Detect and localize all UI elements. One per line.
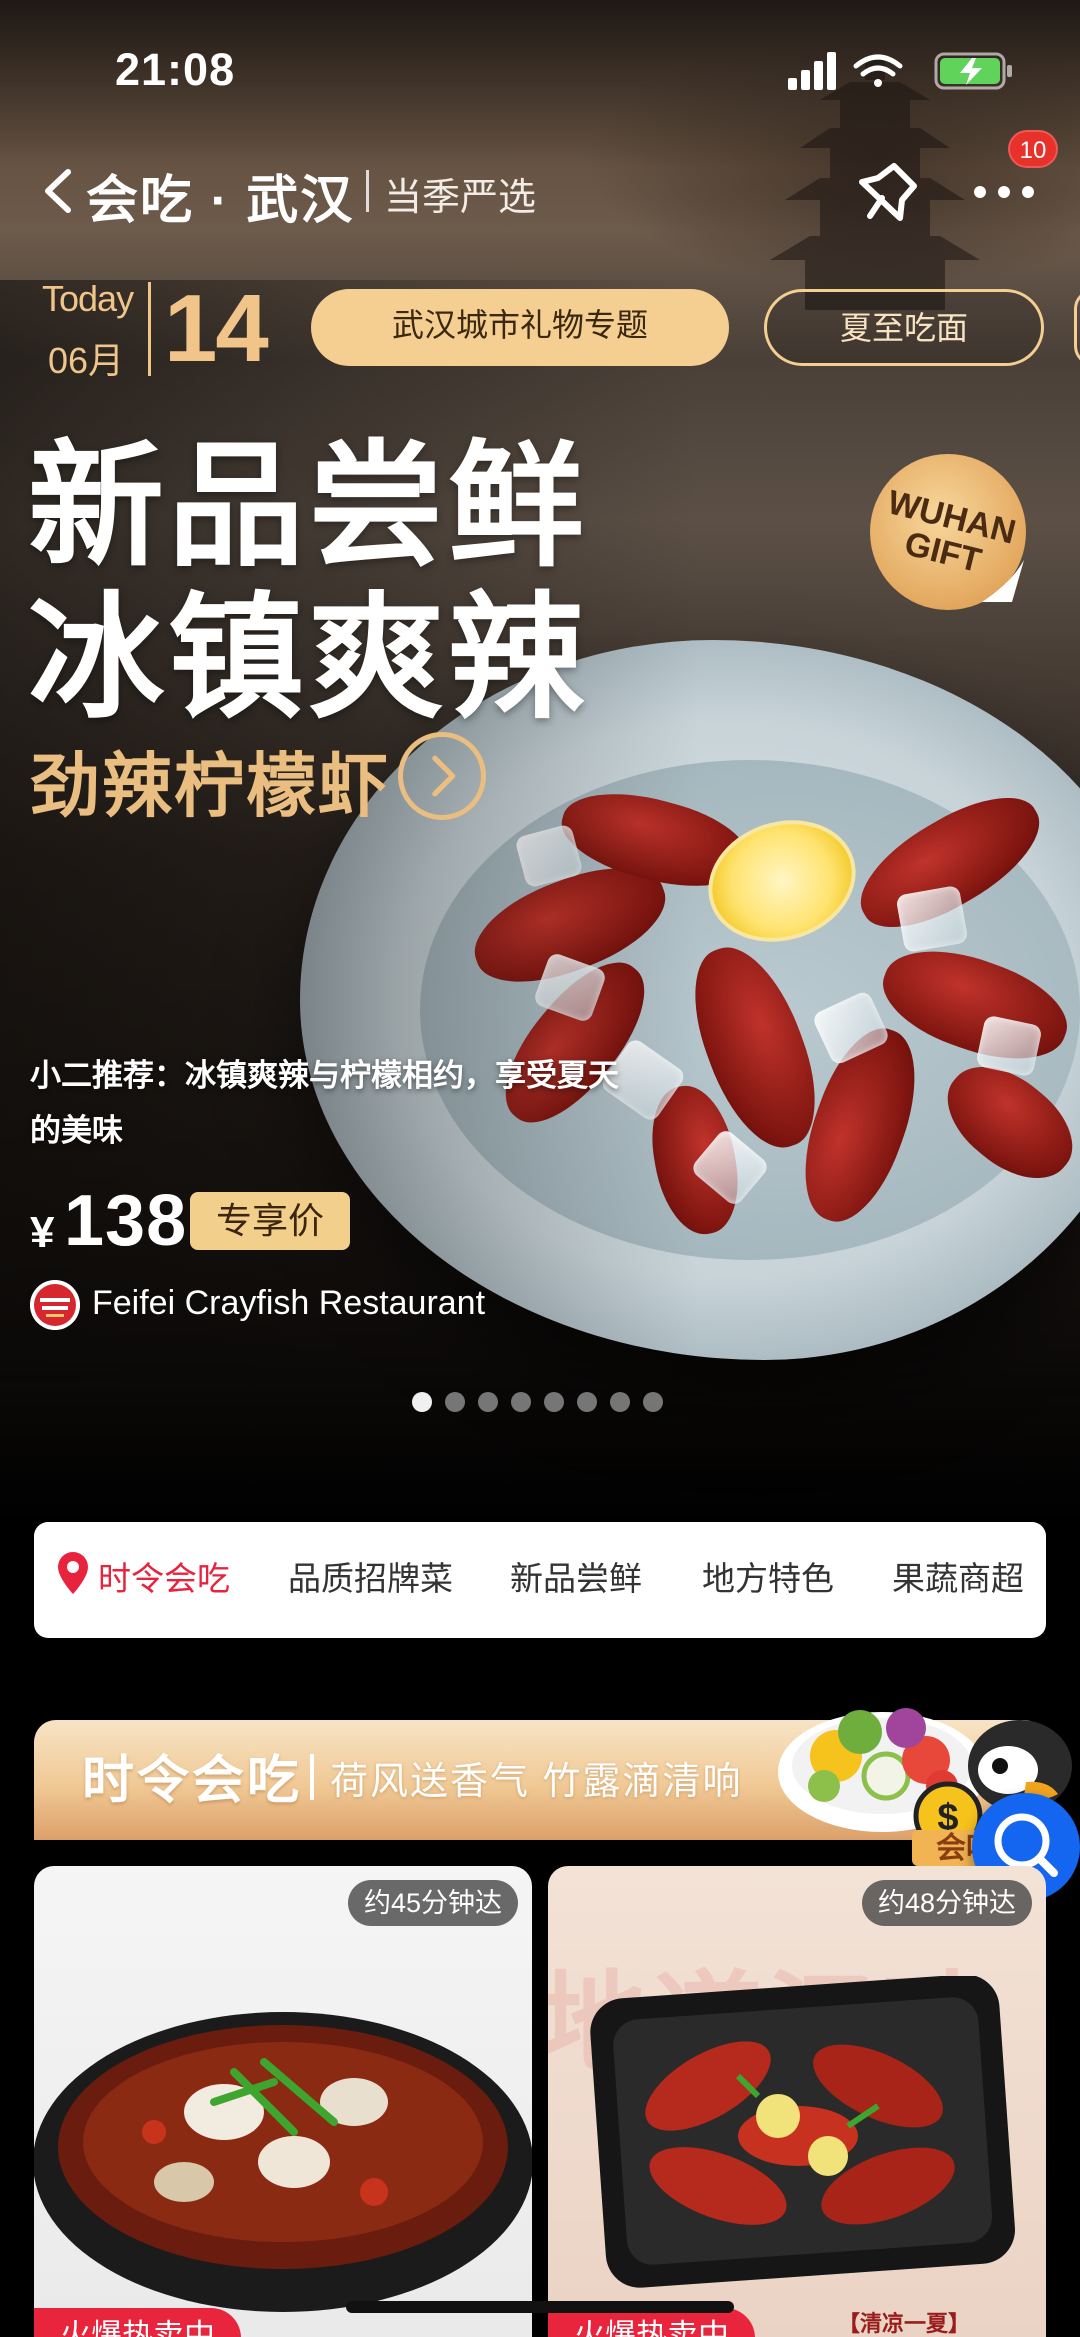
date-today-label: Today [42, 278, 134, 319]
delivery-eta: 约45分钟达 [347, 1880, 518, 1926]
pin-icon[interactable] [848, 160, 922, 226]
signal-icon [788, 52, 836, 90]
hero-headline: 新品尝鲜 冰镇爽辣 [28, 430, 588, 734]
chevron-left-icon[interactable] [38, 166, 78, 216]
section-title: 时令会吃 [82, 1752, 303, 1810]
more-icon[interactable] [966, 160, 1046, 224]
tab-local[interactable]: 地方特色 [702, 1552, 834, 1600]
hot-sale-tag: 火爆热卖中 [34, 2308, 241, 2337]
category-tabs: 时令会吃 品质招牌菜 新品尝鲜 地方特色 果蔬商超 [34, 1522, 1046, 1638]
wifi-icon [853, 54, 903, 87]
price-value: 138 [64, 1181, 188, 1261]
status-bar: 21:08 [0, 0, 1080, 140]
currency-symbol: ¥ [30, 1208, 55, 1257]
status-icons [788, 52, 1012, 90]
topic-chip-next[interactable] [1074, 289, 1080, 366]
exclusive-price-tag: 专享价 [190, 1192, 350, 1250]
tab-grocery[interactable]: 果蔬商超 [892, 1552, 1024, 1600]
section-subtitle: 荷风送香气 竹露滴清响 [330, 1761, 743, 1803]
product-card[interactable]: 约45分钟达 火爆热卖中 [34, 1866, 532, 2337]
topic-chip-noodles[interactable]: 夏至吃面 [764, 289, 1044, 366]
date-month: 06月 [48, 340, 125, 381]
hero-subheadline[interactable]: 劲辣柠檬虾 [30, 730, 390, 831]
page-subtitle: 当季严选 [384, 177, 537, 219]
carousel-dot[interactable] [544, 1392, 564, 1412]
title-divider [366, 170, 369, 212]
tab-seasonal[interactable]: 时令会吃 [98, 1552, 230, 1600]
top-nav: 会吃 · 武汉 当季严选 [0, 140, 1080, 240]
topic-chip-gift[interactable]: 武汉城市礼物专题 [311, 289, 729, 366]
screen: { "status_bar": {"time": "21:08"}, "nav"… [0, 0, 1080, 2337]
crayfish-tray-image [590, 1976, 1015, 2288]
carousel-dot[interactable] [478, 1392, 498, 1412]
section-divider [310, 1754, 314, 1800]
carousel-dot[interactable] [577, 1392, 597, 1412]
date-divider [148, 282, 151, 376]
restaurant-logo [30, 1280, 80, 1330]
restaurant-name: Feifei Crayfish Restaurant [92, 1284, 486, 1322]
battery-icon [934, 52, 1012, 90]
notification-badge: 10 [1008, 130, 1058, 168]
date-display: Today 06月 14 [42, 275, 282, 388]
tab-new[interactable]: 新品尝鲜 [510, 1552, 642, 1600]
wuhan-gift-badge: WUHAN GIFT [870, 454, 1026, 610]
product-card[interactable]: 地道汉味 约48分钟达 【清凉一夏】 火爆热卖中 [548, 1866, 1046, 2337]
headline-line-1: 新品尝鲜 [28, 430, 588, 582]
tab-signature[interactable]: 品质招牌菜 [288, 1552, 453, 1600]
chevron-right-icon[interactable] [398, 732, 486, 820]
recommendation-text: 小二推荐：冰镇爽辣与柠檬相约，享受夏天的美味 [30, 1058, 619, 1148]
carousel-dot[interactable] [445, 1392, 465, 1412]
card-note: 【清凉一夏】 [838, 2311, 971, 2336]
page-title: 会吃 · 武汉 [86, 172, 355, 230]
carousel-dot[interactable] [511, 1392, 531, 1412]
date-day: 14 [164, 275, 269, 382]
headline-line-2: 冰镇爽辣 [28, 582, 588, 734]
fish-bowl-image [34, 2012, 532, 2312]
ice-cube [895, 884, 969, 954]
carousel-indicator [412, 1392, 663, 1412]
location-pin-icon [58, 1552, 88, 1594]
delivery-eta: 约48分钟达 [861, 1880, 1032, 1926]
home-indicator[interactable] [346, 2301, 734, 2313]
carousel-dot[interactable] [643, 1392, 663, 1412]
status-time: 21:08 [115, 44, 236, 95]
carousel-dot[interactable] [412, 1392, 432, 1412]
carousel-dot[interactable] [610, 1392, 630, 1412]
